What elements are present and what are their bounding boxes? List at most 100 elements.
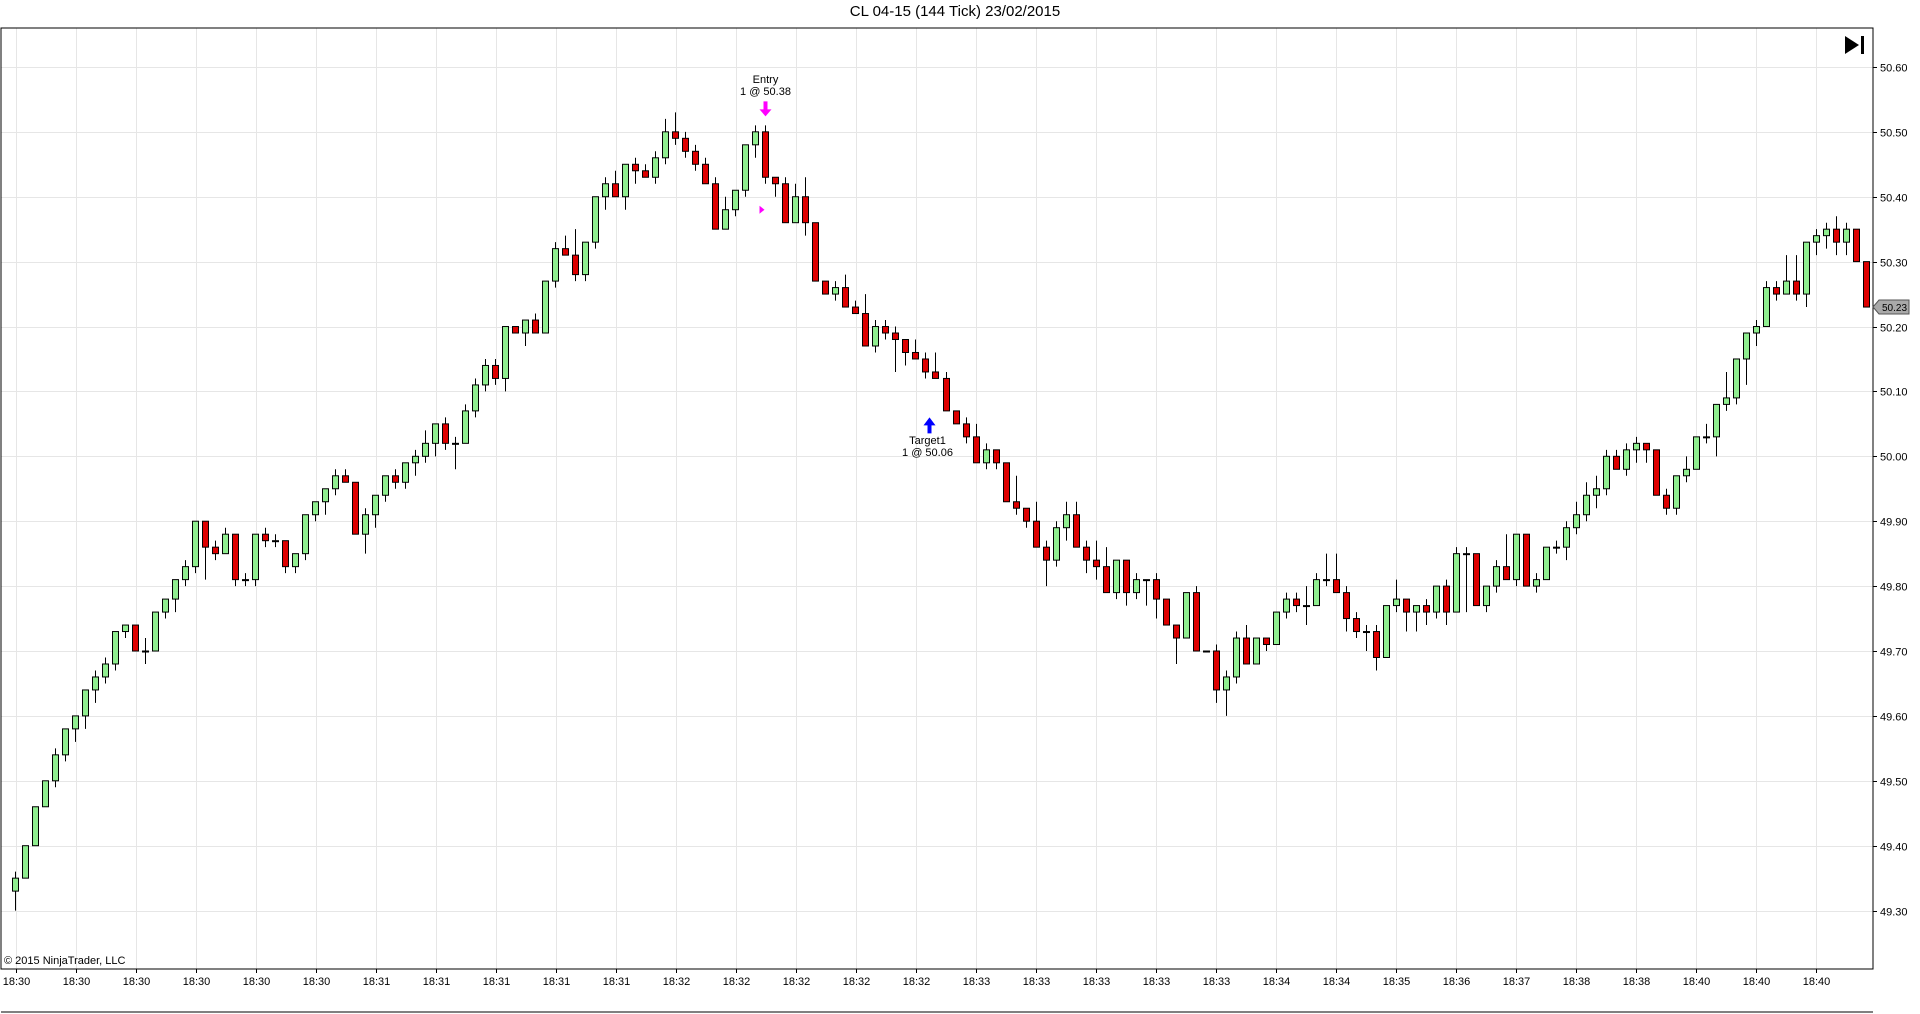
candle-body [1383,605,1390,658]
x-tick-label: 18:32 [723,976,751,988]
candle-body [1653,449,1660,496]
candle-body [842,287,849,308]
candle-body [1333,579,1340,594]
target-arrow-icon [923,417,936,434]
candle-body [1493,566,1500,587]
x-tick-label: 18:33 [1023,976,1051,988]
candle-body [722,209,729,230]
candle-body [1233,637,1240,678]
candle-body [943,377,950,412]
candle-body [552,248,559,282]
candle-body [902,339,909,353]
entry-label-line1: Entry [752,74,779,87]
candle-body [862,313,869,347]
candle-body [12,877,19,892]
candle-body [102,663,109,678]
candle-body [1623,449,1630,470]
candle-body [1133,579,1140,594]
candle-body [1063,514,1070,529]
candle-body [382,475,389,496]
candle-body [572,254,579,276]
candle-body [1323,579,1330,582]
candle-body [1683,468,1690,477]
candle-body [732,189,739,211]
candle-body [1703,436,1710,439]
candle-body [872,326,879,347]
candle-body [1603,455,1610,490]
candle-body [392,475,399,483]
candle-body [112,631,119,665]
x-tick-label: 18:34 [1263,976,1291,988]
candle-body [1803,241,1810,295]
candle-body [1033,520,1040,548]
candle-body [482,364,489,386]
x-tick-label: 18:30 [303,976,331,988]
y-tick-label: 49.70 [1880,647,1908,659]
x-tick-label: 18:37 [1503,976,1531,988]
candle-body [1753,326,1760,334]
candle-body [1543,546,1550,581]
candle-body [72,715,79,730]
x-tick-label: 18:30 [243,976,271,988]
candle-body [32,806,39,847]
candle-body [1843,228,1850,243]
last-price-marker: 50.23 [1872,299,1910,315]
candle-body [172,579,179,600]
candle-body [1673,475,1680,509]
x-tick-label: 18:32 [663,976,691,988]
candle-body [1203,650,1210,653]
candle-body [52,754,59,782]
candle-body [1193,592,1200,652]
candle-body [1103,566,1110,594]
candle-body [542,280,549,334]
candle-body [42,780,49,808]
candle-body [1863,261,1870,308]
candle-body [1153,579,1160,600]
candle-body [912,351,919,360]
x-tick-label: 18:40 [1743,976,1771,988]
x-tick-label: 18:31 [543,976,571,988]
candle-body [82,689,89,717]
candle-body [1813,235,1820,243]
candle-body [202,520,209,548]
candle-body [1483,585,1490,607]
x-tick-label: 18:33 [1083,976,1111,988]
candle-body [953,410,960,425]
candle-body [1213,650,1220,691]
candle-body [1763,287,1770,328]
candle-body [472,384,479,412]
candle-body [282,540,289,568]
candle-body [762,131,769,178]
candle-body [92,676,99,691]
candle-body [1443,585,1450,613]
candle-body [652,157,659,178]
x-axis[interactable]: 18:30 18:30 18:30 18:30 18:30 18:30 18:31 18:31… [3,969,1831,988]
candle-body [993,449,1000,464]
candle-body [1013,501,1020,509]
candle-body [1293,598,1300,607]
candle-body [432,423,439,444]
x-tick-label: 18:38 [1623,976,1651,988]
candle-body [812,222,819,282]
entry-label-line2: 1 @ 50.38 [740,86,791,99]
skip-to-end-icon[interactable] [1843,33,1867,57]
target-label-line2: 1 @ 50.06 [902,447,953,460]
y-axis[interactable]: 50.60 50.50 50.40 50.30 50.20 50.10 50.00 49.90… [1873,63,1908,919]
x-tick-label: 18:34 [1323,976,1351,988]
price-chart[interactable]: 50.60 50.50 50.40 50.30 50.20 50.10 50.00 49.90… [0,0,1920,1014]
candle-body [1613,455,1620,470]
y-tick-label: 50.50 [1880,128,1908,140]
candle-body [1303,605,1310,608]
candle-body [1533,579,1540,587]
candle-body [192,520,199,568]
candle-body [1723,397,1730,405]
candle-body [312,501,319,516]
candle-body [1693,436,1700,470]
candle-body [1793,280,1800,295]
x-tick-label: 18:33 [1143,976,1171,988]
candle-body [592,196,599,243]
candle-body [1353,618,1360,633]
candle-body [642,170,649,178]
x-tick-label: 18:30 [183,976,211,988]
candle-body [1663,494,1670,509]
